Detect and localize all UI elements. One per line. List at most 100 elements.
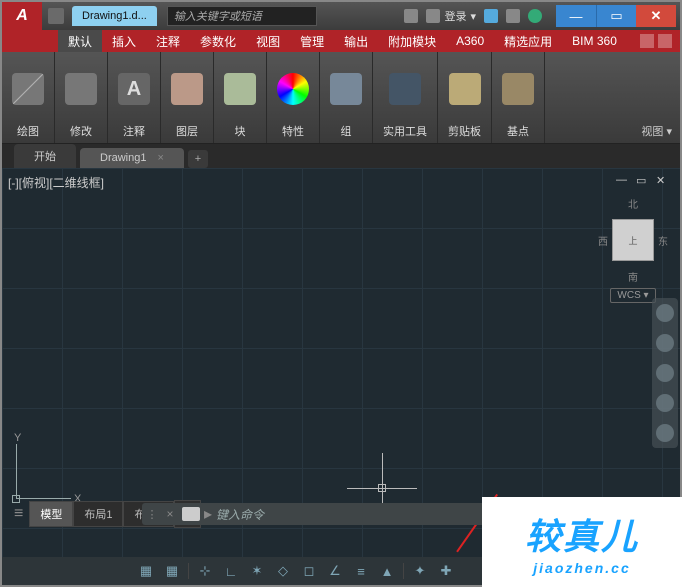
minimize-button[interactable]: —: [556, 5, 596, 27]
tab-insert[interactable]: 插入: [102, 30, 146, 53]
grid-toggle[interactable]: ▦: [162, 561, 182, 581]
group-button[interactable]: [330, 73, 362, 105]
cmd-grip-icon[interactable]: ⋮: [142, 508, 162, 521]
tab-a360[interactable]: A360: [446, 31, 494, 51]
ribbon-min-icon[interactable]: [658, 34, 672, 48]
annomon-button[interactable]: ✚: [436, 561, 456, 581]
tab-bim360[interactable]: BIM 360: [562, 31, 627, 51]
search-box[interactable]: 输入关键字或短语: [167, 6, 317, 26]
maximize-button[interactable]: ▭: [596, 5, 636, 27]
layers-icon: [171, 73, 203, 105]
panel-props: 特性: [267, 52, 320, 143]
clipboard-button[interactable]: [449, 73, 481, 105]
otrack-toggle[interactable]: ∠: [325, 561, 345, 581]
group-icon[interactable]: [404, 9, 418, 23]
pan-icon[interactable]: [656, 334, 674, 352]
panel-label: 特性: [282, 120, 304, 143]
annot-button[interactable]: A: [118, 73, 150, 105]
tab-default[interactable]: 默认: [58, 30, 102, 53]
tab-view[interactable]: 视图: [246, 30, 290, 53]
viewcube-face[interactable]: 上: [612, 219, 654, 261]
tab-featured[interactable]: 精选应用: [494, 30, 562, 53]
ribbon: 绘图 修改 A 注释 图层 块 特性 组 实用工具: [2, 52, 680, 144]
annoscale-toggle[interactable]: ▲: [377, 561, 397, 581]
color-wheel-icon: [277, 73, 309, 105]
tab-parametric[interactable]: 参数化: [190, 30, 246, 53]
osnap-toggle[interactable]: ◻: [299, 561, 319, 581]
model-tab[interactable]: 模型: [29, 501, 73, 527]
panel-group: 组: [320, 52, 373, 143]
tab-menu-icon[interactable]: ≡: [8, 501, 29, 527]
cmd-close-icon[interactable]: ×: [162, 507, 178, 521]
panel-modify: 修改: [55, 52, 108, 143]
tab-close-icon[interactable]: ×: [158, 152, 164, 164]
view-dropdown[interactable]: 视图 ▾: [633, 121, 680, 143]
window-buttons: — ▭ ✕: [556, 5, 676, 27]
clipboard-icon: [449, 73, 481, 105]
ortho-toggle[interactable]: ∟: [221, 561, 241, 581]
tab-annotate[interactable]: 注释: [146, 30, 190, 53]
modify-button[interactable]: [65, 73, 97, 105]
viewcube-north[interactable]: 北: [598, 196, 668, 211]
login-button[interactable]: 登录 ▾: [426, 8, 476, 24]
cmd-prompt-icon: [182, 507, 200, 521]
basepoint-icon: [502, 73, 534, 105]
viewcube-south[interactable]: 南: [598, 269, 668, 284]
utils-button[interactable]: [389, 73, 421, 105]
qat-btn[interactable]: [48, 8, 64, 24]
calculator-icon: [389, 73, 421, 105]
panel-label: 注释: [123, 120, 145, 143]
layer-button[interactable]: [171, 73, 203, 105]
group-icon: [330, 73, 362, 105]
viewport-controls[interactable]: [-][俯视][二维线框]: [8, 174, 104, 191]
base-button[interactable]: [502, 73, 534, 105]
layout1-tab[interactable]: 布局1: [73, 501, 123, 527]
chevron-down-icon: ▾: [470, 10, 476, 23]
cloud-icon[interactable]: [506, 9, 520, 23]
props-button[interactable]: [277, 73, 309, 105]
panel-layer: 图层: [161, 52, 214, 143]
document-tabs: 开始 Drawing1 × +: [2, 144, 680, 168]
doc-tab-add[interactable]: +: [188, 150, 208, 168]
close-button[interactable]: ✕: [636, 5, 676, 27]
app-logo[interactable]: A: [2, 2, 42, 30]
vp-maximize-icon[interactable]: ▭: [636, 174, 650, 186]
tab-output[interactable]: 输出: [334, 30, 378, 53]
block-button[interactable]: [224, 73, 256, 105]
model-space-button[interactable]: ▦: [136, 561, 156, 581]
isodraft-toggle[interactable]: ◇: [273, 561, 293, 581]
viewcube[interactable]: 北 西 上 东 南 WCS ▾: [598, 196, 668, 303]
quick-access-toolbar: [48, 8, 64, 24]
vp-close-icon[interactable]: ✕: [656, 174, 670, 186]
user-icon: [426, 9, 440, 23]
panel-utils: 实用工具: [373, 52, 438, 143]
polar-toggle[interactable]: ✶: [247, 561, 267, 581]
panel-label: 块: [235, 120, 246, 143]
exchange-icon[interactable]: [484, 9, 498, 23]
showmotion-icon[interactable]: [656, 424, 674, 442]
draw-button[interactable]: [12, 73, 44, 105]
lineweight-toggle[interactable]: ≡: [351, 561, 371, 581]
snap-toggle[interactable]: ⊹: [195, 561, 215, 581]
doc-tab-start[interactable]: 开始: [14, 144, 76, 168]
viewcube-east[interactable]: 东: [658, 233, 668, 248]
panel-label: 实用工具: [383, 120, 427, 143]
panel-block: 块: [214, 52, 267, 143]
steering-wheel-icon[interactable]: [656, 304, 674, 322]
line-icon: [12, 73, 44, 105]
viewcube-west[interactable]: 西: [598, 233, 608, 248]
vp-minimize-icon[interactable]: —: [616, 174, 630, 186]
orbit-icon[interactable]: [656, 394, 674, 412]
watermark-title: 较真儿: [525, 508, 639, 560]
move-icon: [65, 73, 97, 105]
zoom-icon[interactable]: [656, 364, 674, 382]
tab-manage[interactable]: 管理: [290, 30, 334, 53]
tab-addins[interactable]: 附加模块: [378, 30, 446, 53]
ribbon-focus-icon[interactable]: [640, 34, 654, 48]
wcs-dropdown[interactable]: WCS ▾: [610, 288, 655, 303]
workspace-button[interactable]: ✦: [410, 561, 430, 581]
login-label: 登录: [444, 8, 466, 24]
doc-tab-drawing1[interactable]: Drawing1 ×: [80, 148, 184, 168]
help-icon[interactable]: [528, 9, 542, 23]
file-tab[interactable]: Drawing1.d...: [72, 6, 157, 26]
